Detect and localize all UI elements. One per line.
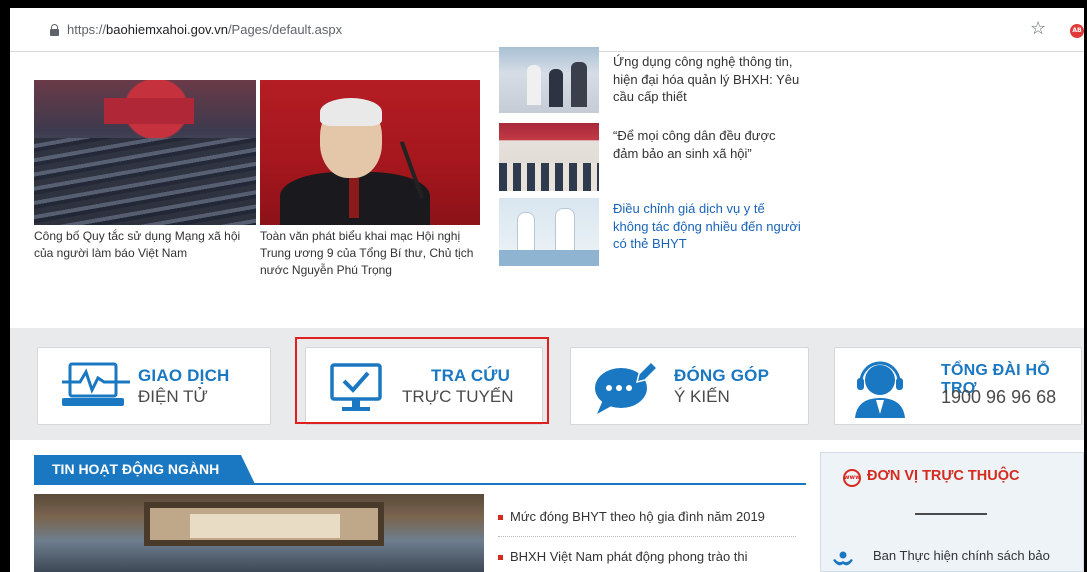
conference-photo[interactable] xyxy=(34,80,256,225)
service-tong-dai-button[interactable]: TỔNG ĐÀI HỖ TRỢ 1900 96 96 68 xyxy=(834,347,1082,425)
service-title: GIAO DỊCH xyxy=(138,366,230,385)
divider xyxy=(498,536,796,537)
side-news-thumb-3[interactable] xyxy=(499,198,599,266)
globe-www-icon xyxy=(843,469,861,487)
lock-icon xyxy=(50,24,59,36)
bullet-icon xyxy=(498,555,503,561)
section-news-photo[interactable] xyxy=(34,494,484,572)
url-text[interactable]: https://baohiemxahoi.gov.vn/Pages/defaul… xyxy=(67,22,342,37)
section-header: TIN HOẠT ĐỘNG NGÀNH xyxy=(34,455,806,485)
news-item-label: BHXH Việt Nam phát động phong trào thi xyxy=(510,549,748,564)
headset-operator-icon xyxy=(855,361,905,418)
screen-frame-left xyxy=(0,0,10,572)
speech-bubble-pen-icon xyxy=(595,360,659,414)
service-subtitle: ĐIỆN TỬ xyxy=(138,387,208,406)
adblock-extension-icon[interactable]: AB xyxy=(1070,24,1084,38)
service-subtitle: Ý KIẾN xyxy=(674,387,730,406)
speaker-photo[interactable] xyxy=(260,80,480,225)
hotline-number: 1900 96 96 68 xyxy=(941,387,1057,407)
service-dong-gop-button[interactable]: ĐÓNG GÓP Ý KIẾN xyxy=(570,347,809,425)
highlight-box xyxy=(295,337,549,424)
units-title[interactable]: ĐƠN VỊ TRỰC THUỘC xyxy=(867,468,1019,484)
featured-caption-1[interactable]: Công bố Quy tắc sử dụng Mạng xã hội của … xyxy=(34,228,258,262)
service-giao-dich-button[interactable]: GIAO DỊCH ĐIỆN TỬ xyxy=(37,347,271,425)
news-item-label: Mức đóng BHYT theo hộ gia đình năm 2019 xyxy=(510,509,765,524)
featured-caption-2[interactable]: Toàn văn phát biểu khai mạc Hội nghị Tru… xyxy=(260,228,476,279)
url-host: baohiemxahoi.gov.vn xyxy=(106,22,228,37)
units-item-1[interactable]: Ban Thực hiện chính sách bảo xyxy=(873,548,1050,563)
section-title-tab[interactable]: TIN HOẠT ĐỘNG NGÀNH xyxy=(34,455,256,484)
address-bar[interactable]: https://baohiemxahoi.gov.vn/Pages/defaul… xyxy=(10,8,1084,52)
side-news-title-3[interactable]: Điều chỉnh giá dịch vụ y tế không tác độ… xyxy=(613,200,803,253)
service-title: ĐÓNG GÓP xyxy=(674,366,770,385)
side-news-title-2[interactable]: “Để mọi công dân đều được đảm bảo an sin… xyxy=(613,127,803,162)
side-news-thumb-2[interactable] xyxy=(499,123,599,191)
side-news-title-1[interactable]: Ứng dụng công nghệ thông tin, hiện đại h… xyxy=(613,53,803,106)
section-news-item-1[interactable]: Mức đóng BHYT theo hộ gia đình năm 2019 xyxy=(498,509,765,524)
side-news-thumb-1[interactable] xyxy=(499,47,599,113)
hands-people-icon xyxy=(833,551,853,566)
url-path: /Pages/default.aspx xyxy=(227,22,343,37)
laptop-pulse-icon xyxy=(62,362,130,406)
units-divider xyxy=(915,513,987,515)
url-scheme: https:// xyxy=(67,22,107,37)
screen-frame-top xyxy=(0,0,1087,8)
bullet-icon xyxy=(498,515,503,521)
section-news-item-2[interactable]: BHXH Việt Nam phát động phong trào thi xyxy=(498,549,748,564)
bookmark-star-icon[interactable]: ☆ xyxy=(1030,18,1046,39)
